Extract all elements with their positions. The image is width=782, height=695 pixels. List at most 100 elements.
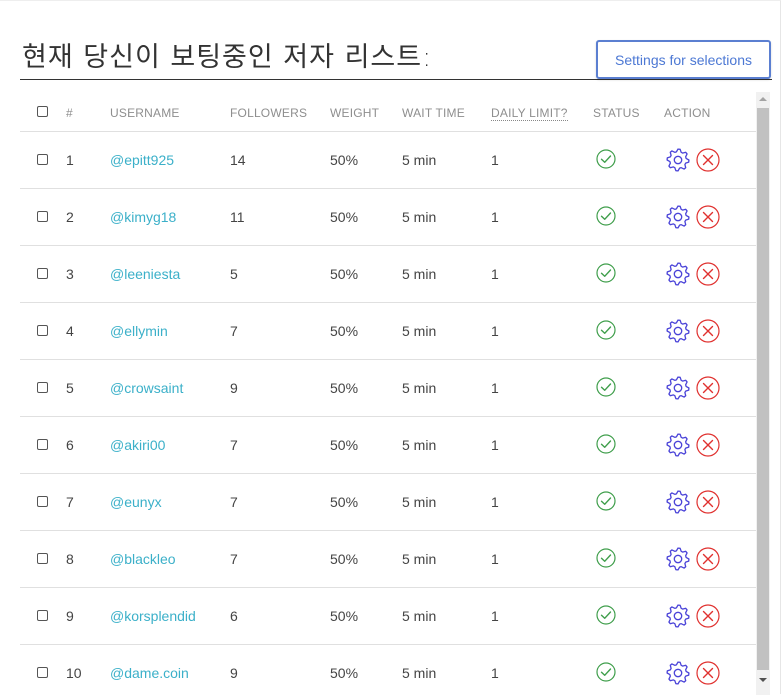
x-circle-icon[interactable] — [696, 604, 720, 628]
x-circle-icon[interactable] — [696, 262, 720, 286]
username-link[interactable]: @blackleo — [110, 531, 230, 588]
table-header-row: # USERNAME FOLLOWERS WEIGHT WAIT TIME DA… — [20, 95, 756, 132]
username-link[interactable]: @kimyg18 — [110, 189, 230, 246]
check-circle-icon — [596, 206, 616, 226]
username-link[interactable]: @crowsaint — [110, 360, 230, 417]
gear-icon[interactable] — [666, 262, 690, 286]
row-checkbox[interactable] — [37, 439, 48, 450]
row-checkbox[interactable] — [37, 382, 48, 393]
check-circle-icon — [596, 320, 616, 340]
row-number: 3 — [66, 246, 110, 303]
daily-limit-help[interactable]: DAILY LIMIT? — [491, 106, 568, 121]
username-link[interactable]: @eunyx — [110, 474, 230, 531]
col-username[interactable]: USERNAME — [110, 95, 230, 132]
scroll-up-arrow-icon[interactable] — [756, 92, 770, 106]
settings-for-selections-button[interactable]: Settings for selections — [596, 40, 771, 79]
row-checkbox[interactable] — [37, 325, 48, 336]
x-circle-icon[interactable] — [696, 490, 720, 514]
gear-icon[interactable] — [666, 319, 690, 343]
wait-time-value: 5 min — [402, 360, 491, 417]
vertical-scrollbar[interactable] — [756, 92, 770, 695]
username-link[interactable]: @ellymin — [110, 303, 230, 360]
row-checkbox[interactable] — [37, 154, 48, 165]
row-checkbox[interactable] — [37, 211, 48, 222]
wait-time-value: 5 min — [402, 246, 491, 303]
daily-limit-value: 1 — [491, 303, 593, 360]
wait-time-value: 5 min — [402, 132, 491, 189]
gear-icon[interactable] — [666, 547, 690, 571]
followers-count: 11 — [230, 189, 330, 246]
status-cell — [593, 360, 664, 417]
row-select-cell — [20, 474, 66, 531]
wait-time-value: 5 min — [402, 474, 491, 531]
username-link[interactable]: @korsplendid — [110, 588, 230, 645]
wait-time-value: 5 min — [402, 189, 491, 246]
username-link[interactable]: @akiri00 — [110, 417, 230, 474]
gear-icon[interactable] — [666, 376, 690, 400]
x-circle-icon[interactable] — [696, 205, 720, 229]
col-num: # — [66, 95, 110, 132]
row-checkbox[interactable] — [37, 610, 48, 621]
scroll-down-arrow-icon[interactable] — [756, 673, 770, 687]
daily-limit-value: 1 — [491, 645, 593, 695]
select-all-checkbox[interactable] — [37, 106, 48, 117]
table-row: 1@epitt9251450%5 min1 — [20, 132, 756, 189]
weight-value: 50% — [330, 189, 402, 246]
row-number: 1 — [66, 132, 110, 189]
col-followers[interactable]: FOLLOWERS — [230, 95, 330, 132]
followers-count: 7 — [230, 303, 330, 360]
row-checkbox[interactable] — [37, 667, 48, 678]
username-link[interactable]: @leeniesta — [110, 246, 230, 303]
weight-value: 50% — [330, 474, 402, 531]
x-circle-icon[interactable] — [696, 661, 720, 685]
row-number: 2 — [66, 189, 110, 246]
row-number: 5 — [66, 360, 110, 417]
col-daily-limit[interactable]: DAILY LIMIT? — [491, 95, 593, 132]
status-cell — [593, 303, 664, 360]
check-circle-icon — [596, 149, 616, 169]
col-wait-time[interactable]: WAIT TIME — [402, 95, 491, 132]
wait-time-value: 5 min — [402, 588, 491, 645]
table-row: 6@akiri00750%5 min1 — [20, 417, 756, 474]
x-circle-icon[interactable] — [696, 319, 720, 343]
daily-limit-value: 1 — [491, 417, 593, 474]
username-link[interactable]: @epitt925 — [110, 132, 230, 189]
followers-count: 7 — [230, 531, 330, 588]
row-number: 6 — [66, 417, 110, 474]
status-cell — [593, 417, 664, 474]
followers-count: 14 — [230, 132, 330, 189]
gear-icon[interactable] — [666, 205, 690, 229]
x-circle-icon[interactable] — [696, 547, 720, 571]
x-circle-icon[interactable] — [696, 376, 720, 400]
wait-time-value: 5 min — [402, 645, 491, 695]
row-checkbox[interactable] — [37, 496, 48, 507]
action-cell — [664, 360, 756, 417]
weight-value: 50% — [330, 246, 402, 303]
x-circle-icon[interactable] — [696, 148, 720, 172]
daily-limit-value: 1 — [491, 360, 593, 417]
status-cell — [593, 189, 664, 246]
status-cell — [593, 246, 664, 303]
scrollbar-thumb[interactable] — [757, 108, 769, 670]
check-circle-icon — [596, 491, 616, 511]
followers-count: 5 — [230, 246, 330, 303]
gear-icon[interactable] — [666, 604, 690, 628]
followers-count: 9 — [230, 645, 330, 695]
col-status[interactable]: STATUS — [593, 95, 664, 132]
gear-icon[interactable] — [666, 433, 690, 457]
action-cell — [664, 645, 756, 695]
action-cell — [664, 474, 756, 531]
username-link[interactable]: @dame.coin — [110, 645, 230, 695]
action-cell — [664, 246, 756, 303]
gear-icon[interactable] — [666, 490, 690, 514]
row-checkbox[interactable] — [37, 553, 48, 564]
daily-limit-value: 1 — [491, 531, 593, 588]
row-select-cell — [20, 417, 66, 474]
col-weight[interactable]: WEIGHT — [330, 95, 402, 132]
gear-icon[interactable] — [666, 661, 690, 685]
gear-icon[interactable] — [666, 148, 690, 172]
row-select-cell — [20, 588, 66, 645]
row-checkbox[interactable] — [37, 268, 48, 279]
select-all-cell — [20, 95, 66, 132]
x-circle-icon[interactable] — [696, 433, 720, 457]
